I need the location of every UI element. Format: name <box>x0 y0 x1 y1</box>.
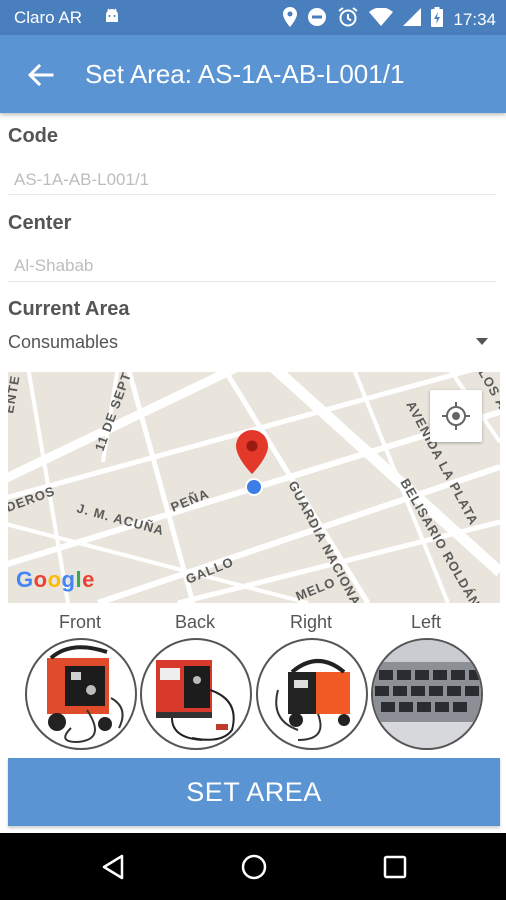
status-bar: Claro AR 17:34 <box>0 0 506 35</box>
crosshair-icon <box>442 402 470 430</box>
wifi-icon <box>369 7 394 31</box>
photo-back[interactable]: Back <box>140 612 252 750</box>
welder-front-image <box>25 638 137 750</box>
home-nav-icon[interactable] <box>240 853 268 886</box>
center-field[interactable]: Al-Shabab <box>14 256 93 276</box>
battery-charging-icon <box>431 7 444 32</box>
street-label: J. M. ACUÑA <box>75 500 166 538</box>
google-logo: Google <box>16 567 95 592</box>
current-area-label: Current Area <box>8 298 130 320</box>
photo-label: Left <box>410 612 442 632</box>
divider <box>8 194 496 195</box>
welder-back-image <box>140 638 252 750</box>
photo-gallery: Front Back Right Left <box>8 612 500 752</box>
current-location-dot <box>245 478 263 496</box>
current-area-dropdown[interactable]: Consumables <box>8 328 498 356</box>
back-arrow-icon[interactable] <box>26 61 54 89</box>
photo-label: Front <box>58 612 101 632</box>
welder-right-image <box>256 638 368 750</box>
alarm-icon <box>337 6 359 33</box>
photo-label: Right <box>289 612 333 632</box>
android-icon <box>103 7 121 30</box>
center-label: Center <box>8 212 72 234</box>
code-field[interactable]: AS-1A-AB-L001/1 <box>14 170 149 190</box>
map-pin-icon <box>236 430 268 474</box>
current-area-value: Consumables <box>8 332 119 352</box>
navigation-bar <box>0 833 506 900</box>
street-label: 11 DE SEPT <box>92 372 134 453</box>
code-label: Code <box>8 125 58 147</box>
set-area-button[interactable]: SET AREA <box>8 758 500 826</box>
carrier-label: Claro AR <box>14 8 83 27</box>
back-nav-icon[interactable] <box>100 853 126 886</box>
dropdown-arrow-icon <box>476 338 488 345</box>
divider <box>8 281 496 282</box>
clock-label: 17:34 <box>453 9 496 29</box>
street-label: ENTE <box>8 374 23 415</box>
keyboard-image <box>371 638 483 750</box>
photo-front[interactable]: Front <box>25 612 137 750</box>
photo-left[interactable]: Left <box>371 612 483 750</box>
page-title: Set Area: AS-1A-AB-L001/1 <box>85 59 405 89</box>
street-label: MELO <box>294 574 338 603</box>
photo-label: Back <box>174 612 216 632</box>
app-bar: Set Area: AS-1A-AB-L001/1 <box>0 35 506 113</box>
map-view[interactable]: 11 DE SEPT AVENIDA LA PLATA DEROS PEÑA G… <box>8 372 500 603</box>
do-not-disturb-icon <box>307 7 327 32</box>
photo-right[interactable]: Right <box>256 612 368 750</box>
location-icon <box>283 7 298 32</box>
my-location-button[interactable] <box>430 390 482 442</box>
signal-icon <box>403 8 422 31</box>
recents-nav-icon[interactable] <box>382 854 408 885</box>
